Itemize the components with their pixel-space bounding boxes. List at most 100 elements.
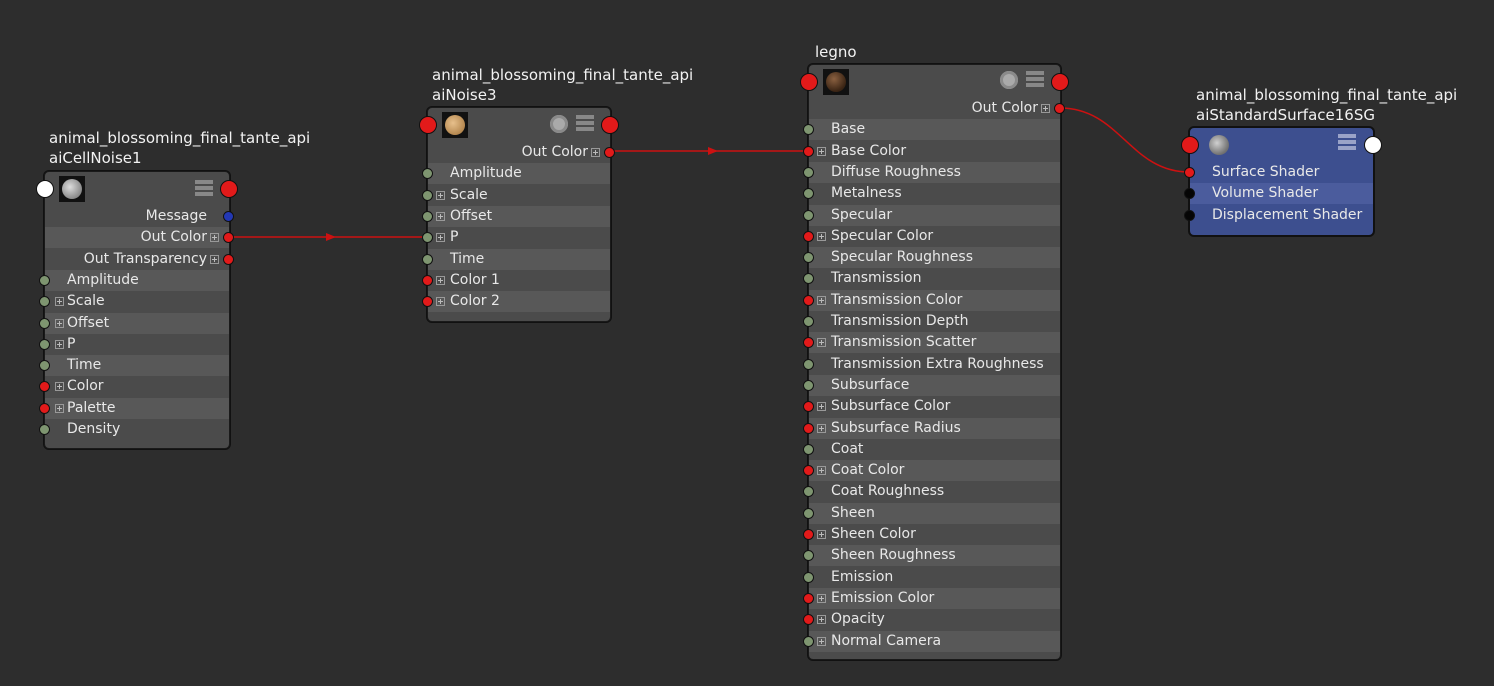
legno-input-normal-camera[interactable]: Normal Camera <box>803 630 1060 652</box>
legno-input-port-sheen-color[interactable] <box>803 529 814 540</box>
legno-input-port-transmission-extra-roughness[interactable] <box>803 358 814 370</box>
noise-input-port-scale[interactable] <box>422 189 433 201</box>
expand-plus-icon[interactable] <box>55 403 64 413</box>
noise-input-color-1[interactable]: Color 1 <box>422 270 610 291</box>
legno-node[interactable]: Out Color Base Base Color Diffuse Roughness… <box>800 64 1069 660</box>
legno-input-emission[interactable]: Emission <box>803 567 1060 588</box>
cellnoise-input-port-p[interactable] <box>39 338 50 350</box>
cellnoise-input-port-time[interactable] <box>39 360 50 372</box>
legno-input-subsurface-color[interactable]: Subsurface Color <box>803 396 1060 417</box>
noise-output-port-main[interactable] <box>601 116 619 134</box>
cellnoise-output-out-transparency[interactable]: Out Transparency <box>45 249 234 270</box>
sg-output-port-main[interactable] <box>1364 136 1382 154</box>
noise-input-port-main[interactable] <box>419 116 437 134</box>
legno-input-port-transmission-color[interactable] <box>803 294 814 306</box>
cellnoise-node[interactable]: Message Out Color Out Transparency Amplitud… <box>36 171 238 449</box>
cellnoise-input-palette[interactable]: Palette <box>39 397 229 419</box>
expand-plus-icon[interactable] <box>817 295 826 305</box>
legno-input-port-diffuse-roughness[interactable] <box>803 166 814 178</box>
legno-input-port-emission[interactable] <box>803 571 814 583</box>
legno-output-out-color[interactable]: Out Color <box>809 98 1065 119</box>
legno-input-coat[interactable]: Coat <box>803 439 1060 460</box>
expand-plus-icon[interactable] <box>817 231 826 241</box>
sg-input-port-volume-shader[interactable] <box>1184 188 1195 200</box>
expand-plus-icon[interactable] <box>817 593 826 603</box>
legno-input-port-sheen[interactable] <box>803 507 814 519</box>
legno-input-port-normal-camera[interactable] <box>803 635 814 647</box>
expand-plus-icon[interactable] <box>55 297 64 307</box>
cellnoise-input-scale[interactable]: Scale <box>39 291 229 312</box>
expand-plus-icon[interactable] <box>817 423 826 433</box>
cellnoise-output-port-message[interactable] <box>223 211 234 222</box>
expand-plus-icon[interactable] <box>436 190 445 200</box>
legno-input-port-sheen-roughness[interactable] <box>803 550 814 562</box>
legno-input-subsurface-radius[interactable]: Subsurface Radius <box>803 417 1060 439</box>
legno-input-port-transmission-depth[interactable] <box>803 316 814 327</box>
legno-input-port-main[interactable] <box>800 73 818 91</box>
noise-input-p[interactable]: P <box>422 227 610 248</box>
stack-icon[interactable] <box>1026 71 1044 89</box>
noise-input-port-offset[interactable] <box>422 210 433 222</box>
sg-input-port-surface-shader[interactable] <box>1184 167 1195 178</box>
expand-plus-icon[interactable] <box>55 318 64 328</box>
legno-output-port-main[interactable] <box>1051 73 1069 91</box>
legno-input-port-coat[interactable] <box>803 443 814 455</box>
legno-input-transmission[interactable]: Transmission <box>803 268 1060 289</box>
noise-input-amplitude[interactable]: Amplitude <box>422 163 610 185</box>
expand-plus-icon[interactable] <box>436 233 445 243</box>
cellnoise-output-out-color[interactable]: Out Color <box>45 227 234 249</box>
cellnoise-input-port-main[interactable] <box>36 180 54 198</box>
cellnoise-input-p[interactable]: P <box>39 334 229 355</box>
legno-input-port-specular[interactable] <box>803 209 814 221</box>
swatch-toggle-icon[interactable] <box>1000 71 1018 89</box>
legno-input-emission-color[interactable]: Emission Color <box>803 587 1060 609</box>
noise-input-port-p[interactable] <box>422 232 433 244</box>
expand-plus-icon[interactable] <box>436 211 445 221</box>
expand-plus-icon[interactable] <box>817 466 826 476</box>
noise-input-port-color-1[interactable] <box>422 274 433 286</box>
stack-icon[interactable] <box>1338 134 1356 152</box>
sg-input-port-main[interactable] <box>1181 136 1199 154</box>
legno-input-transmission-scatter[interactable]: Transmission Scatter <box>803 332 1060 354</box>
noise-input-color-2[interactable]: Color 2 <box>422 291 610 313</box>
legno-input-port-subsurface-radius[interactable] <box>803 422 814 434</box>
cellnoise-input-amplitude[interactable]: Amplitude <box>39 269 229 291</box>
noise-input-port-color-2[interactable] <box>422 296 433 308</box>
legno-input-port-emission-color[interactable] <box>803 592 814 604</box>
cellnoise-output-port-out-color[interactable] <box>223 232 234 244</box>
expand-plus-icon[interactable] <box>817 402 826 412</box>
node-editor-canvas[interactable]: animal_blossoming_final_tante_api aiCell… <box>0 0 1494 686</box>
sg-input-surface-shader[interactable]: Surface Shader <box>1184 162 1373 183</box>
expand-plus-icon[interactable] <box>210 254 219 264</box>
legno-input-port-base[interactable] <box>803 124 814 136</box>
sg-input-port-displacement-shader[interactable] <box>1184 209 1195 221</box>
cellnoise-output-message[interactable]: Message <box>45 206 234 227</box>
expand-plus-icon[interactable] <box>817 338 826 348</box>
expand-plus-icon[interactable] <box>817 636 826 646</box>
legno-input-transmission-extra-roughness[interactable]: Transmission Extra Roughness <box>803 354 1060 375</box>
legno-input-sheen-roughness[interactable]: Sheen Roughness <box>803 545 1060 567</box>
expand-plus-icon[interactable] <box>55 339 64 349</box>
legno-node-header[interactable] <box>809 65 1060 97</box>
legno-input-port-base-color[interactable] <box>803 145 814 157</box>
legno-input-base[interactable]: Base <box>803 119 1060 141</box>
noise-input-offset[interactable]: Offset <box>422 205 610 227</box>
legno-input-metalness[interactable]: Metalness <box>803 183 1060 204</box>
cellnoise-input-port-color[interactable] <box>39 381 50 393</box>
sg-input-displacement-shader[interactable]: Displacement Shader <box>1184 205 1373 226</box>
cellnoise-input-density[interactable]: Density <box>39 419 229 440</box>
legno-input-port-transmission[interactable] <box>803 273 814 285</box>
legno-input-transmission-color[interactable]: Transmission Color <box>803 289 1060 311</box>
legno-input-port-opacity[interactable] <box>803 614 814 626</box>
expand-plus-icon[interactable] <box>436 275 445 285</box>
expand-plus-icon[interactable] <box>591 148 600 157</box>
noise-input-scale[interactable]: Scale <box>422 185 610 206</box>
expand-plus-icon[interactable] <box>210 233 219 243</box>
legno-input-port-coat-roughness[interactable] <box>803 486 814 498</box>
noise-node[interactable]: Out Color Amplitude Scale Offset P Time Color … <box>419 107 619 322</box>
legno-input-specular-roughness[interactable]: Specular Roughness <box>803 247 1060 269</box>
legno-input-port-subsurface-color[interactable] <box>803 401 814 413</box>
legno-input-port-metalness[interactable] <box>803 188 814 200</box>
legno-input-coat-roughness[interactable]: Coat Roughness <box>803 481 1060 502</box>
expand-plus-icon[interactable] <box>817 146 826 156</box>
